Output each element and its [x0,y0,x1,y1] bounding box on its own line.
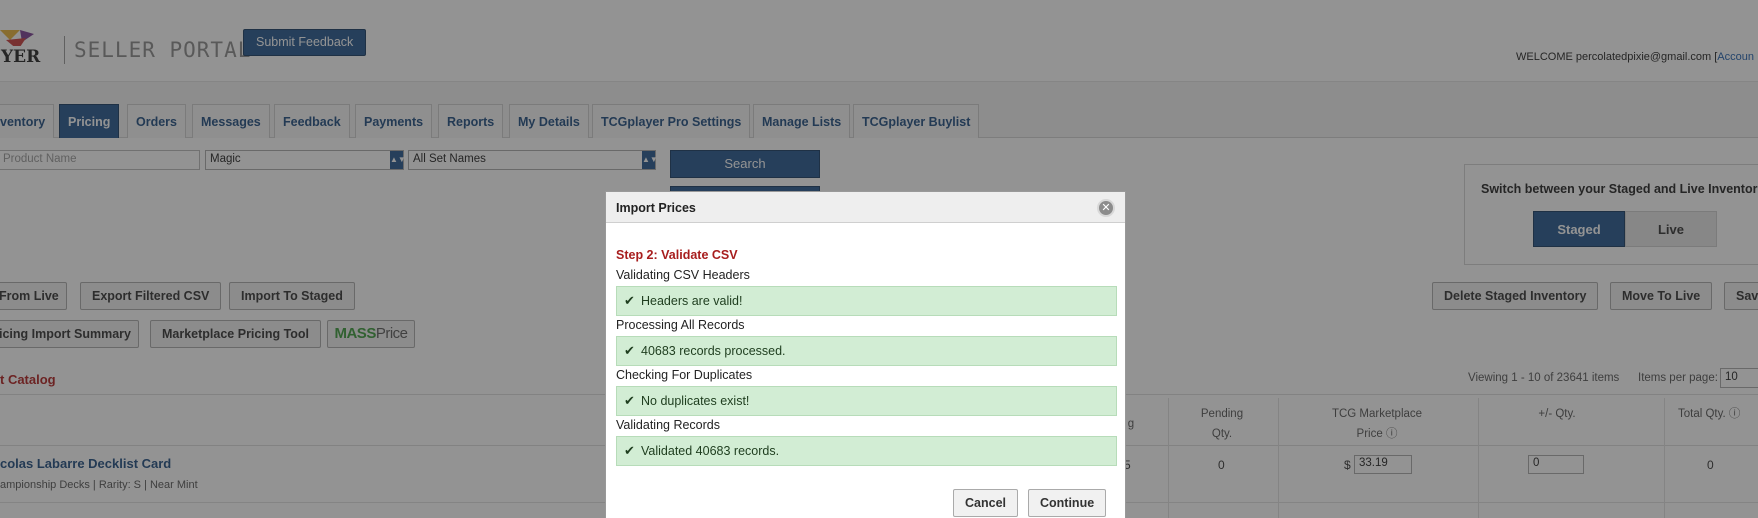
status-message: Headers are valid! [641,294,743,308]
status-message: 40683 records processed. [641,344,786,358]
status-success: ✔ No duplicates exist! [616,386,1117,416]
import-prices-dialog: Import Prices ✕ Step 2: Validate CSV Val… [605,191,1126,518]
section-label: Validating Records [616,418,720,432]
status-success: ✔ 40683 records processed. [616,336,1117,366]
step-title: Step 2: Validate CSV [616,248,738,262]
continue-button[interactable]: Continue [1028,489,1107,517]
checkmark-icon: ✔ [624,293,635,308]
section-label: Checking For Duplicates [616,368,753,382]
dialog-header: Import Prices ✕ [606,192,1125,223]
section-label: Processing All Records [616,318,745,332]
checkmark-icon: ✔ [624,393,635,408]
dialog-title: Import Prices [616,201,696,215]
status-success: ✔ Validated 40683 records. [616,436,1117,466]
status-message: No duplicates exist! [641,394,750,408]
checkmark-icon: ✔ [624,443,635,458]
cancel-button[interactable]: Cancel [953,489,1018,517]
checkmark-icon: ✔ [624,343,635,358]
status-message: Validated 40683 records. [641,444,780,458]
status-success: ✔ Headers are valid! [616,286,1117,316]
close-icon[interactable]: ✕ [1097,199,1115,217]
section-label: Validating CSV Headers [616,268,750,282]
